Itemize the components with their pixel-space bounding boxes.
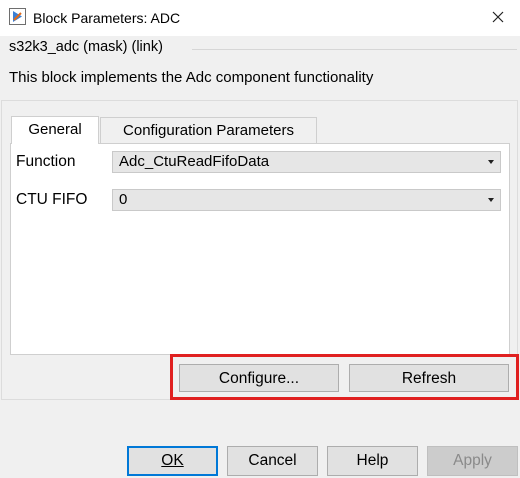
ctu-fifo-value: 0 (119, 191, 128, 208)
general-tab-content (10, 143, 510, 355)
apply-label: Apply (453, 452, 492, 469)
apply-button[interactable]: Apply (427, 446, 518, 476)
function-label: Function (16, 153, 76, 170)
cancel-button[interactable]: Cancel (227, 446, 318, 476)
ctu-fifo-dropdown[interactable]: 0 (112, 189, 501, 211)
help-button[interactable]: Help (327, 446, 418, 476)
title-bar: Block Parameters: ADC (0, 0, 520, 36)
highlight-annotation (170, 354, 519, 400)
function-dropdown[interactable]: Adc_CtuReadFifoData (112, 151, 501, 173)
function-value: Adc_CtuReadFifoData (119, 153, 270, 170)
mask-description: This block implements the Adc component … (9, 69, 374, 86)
chevron-down-icon (488, 160, 494, 164)
ok-button[interactable]: OK (127, 446, 218, 476)
close-icon (492, 11, 504, 23)
tab-configuration-parameters[interactable]: Configuration Parameters (100, 117, 317, 143)
close-button[interactable] (482, 4, 514, 32)
cancel-label: Cancel (248, 452, 297, 469)
mask-header: s32k3_adc (mask) (link) This block imple… (2, 39, 517, 98)
tab-general[interactable]: General (11, 116, 99, 144)
window-title: Block Parameters: ADC (33, 10, 181, 26)
help-label: Help (356, 452, 389, 469)
ok-label: OK (161, 452, 184, 469)
ctu-fifo-label: CTU FIFO (16, 191, 88, 208)
simulink-block-icon (9, 8, 26, 25)
group-border (192, 49, 517, 50)
chevron-down-icon (488, 198, 494, 202)
mask-title: s32k3_adc (mask) (link) (9, 39, 163, 55)
